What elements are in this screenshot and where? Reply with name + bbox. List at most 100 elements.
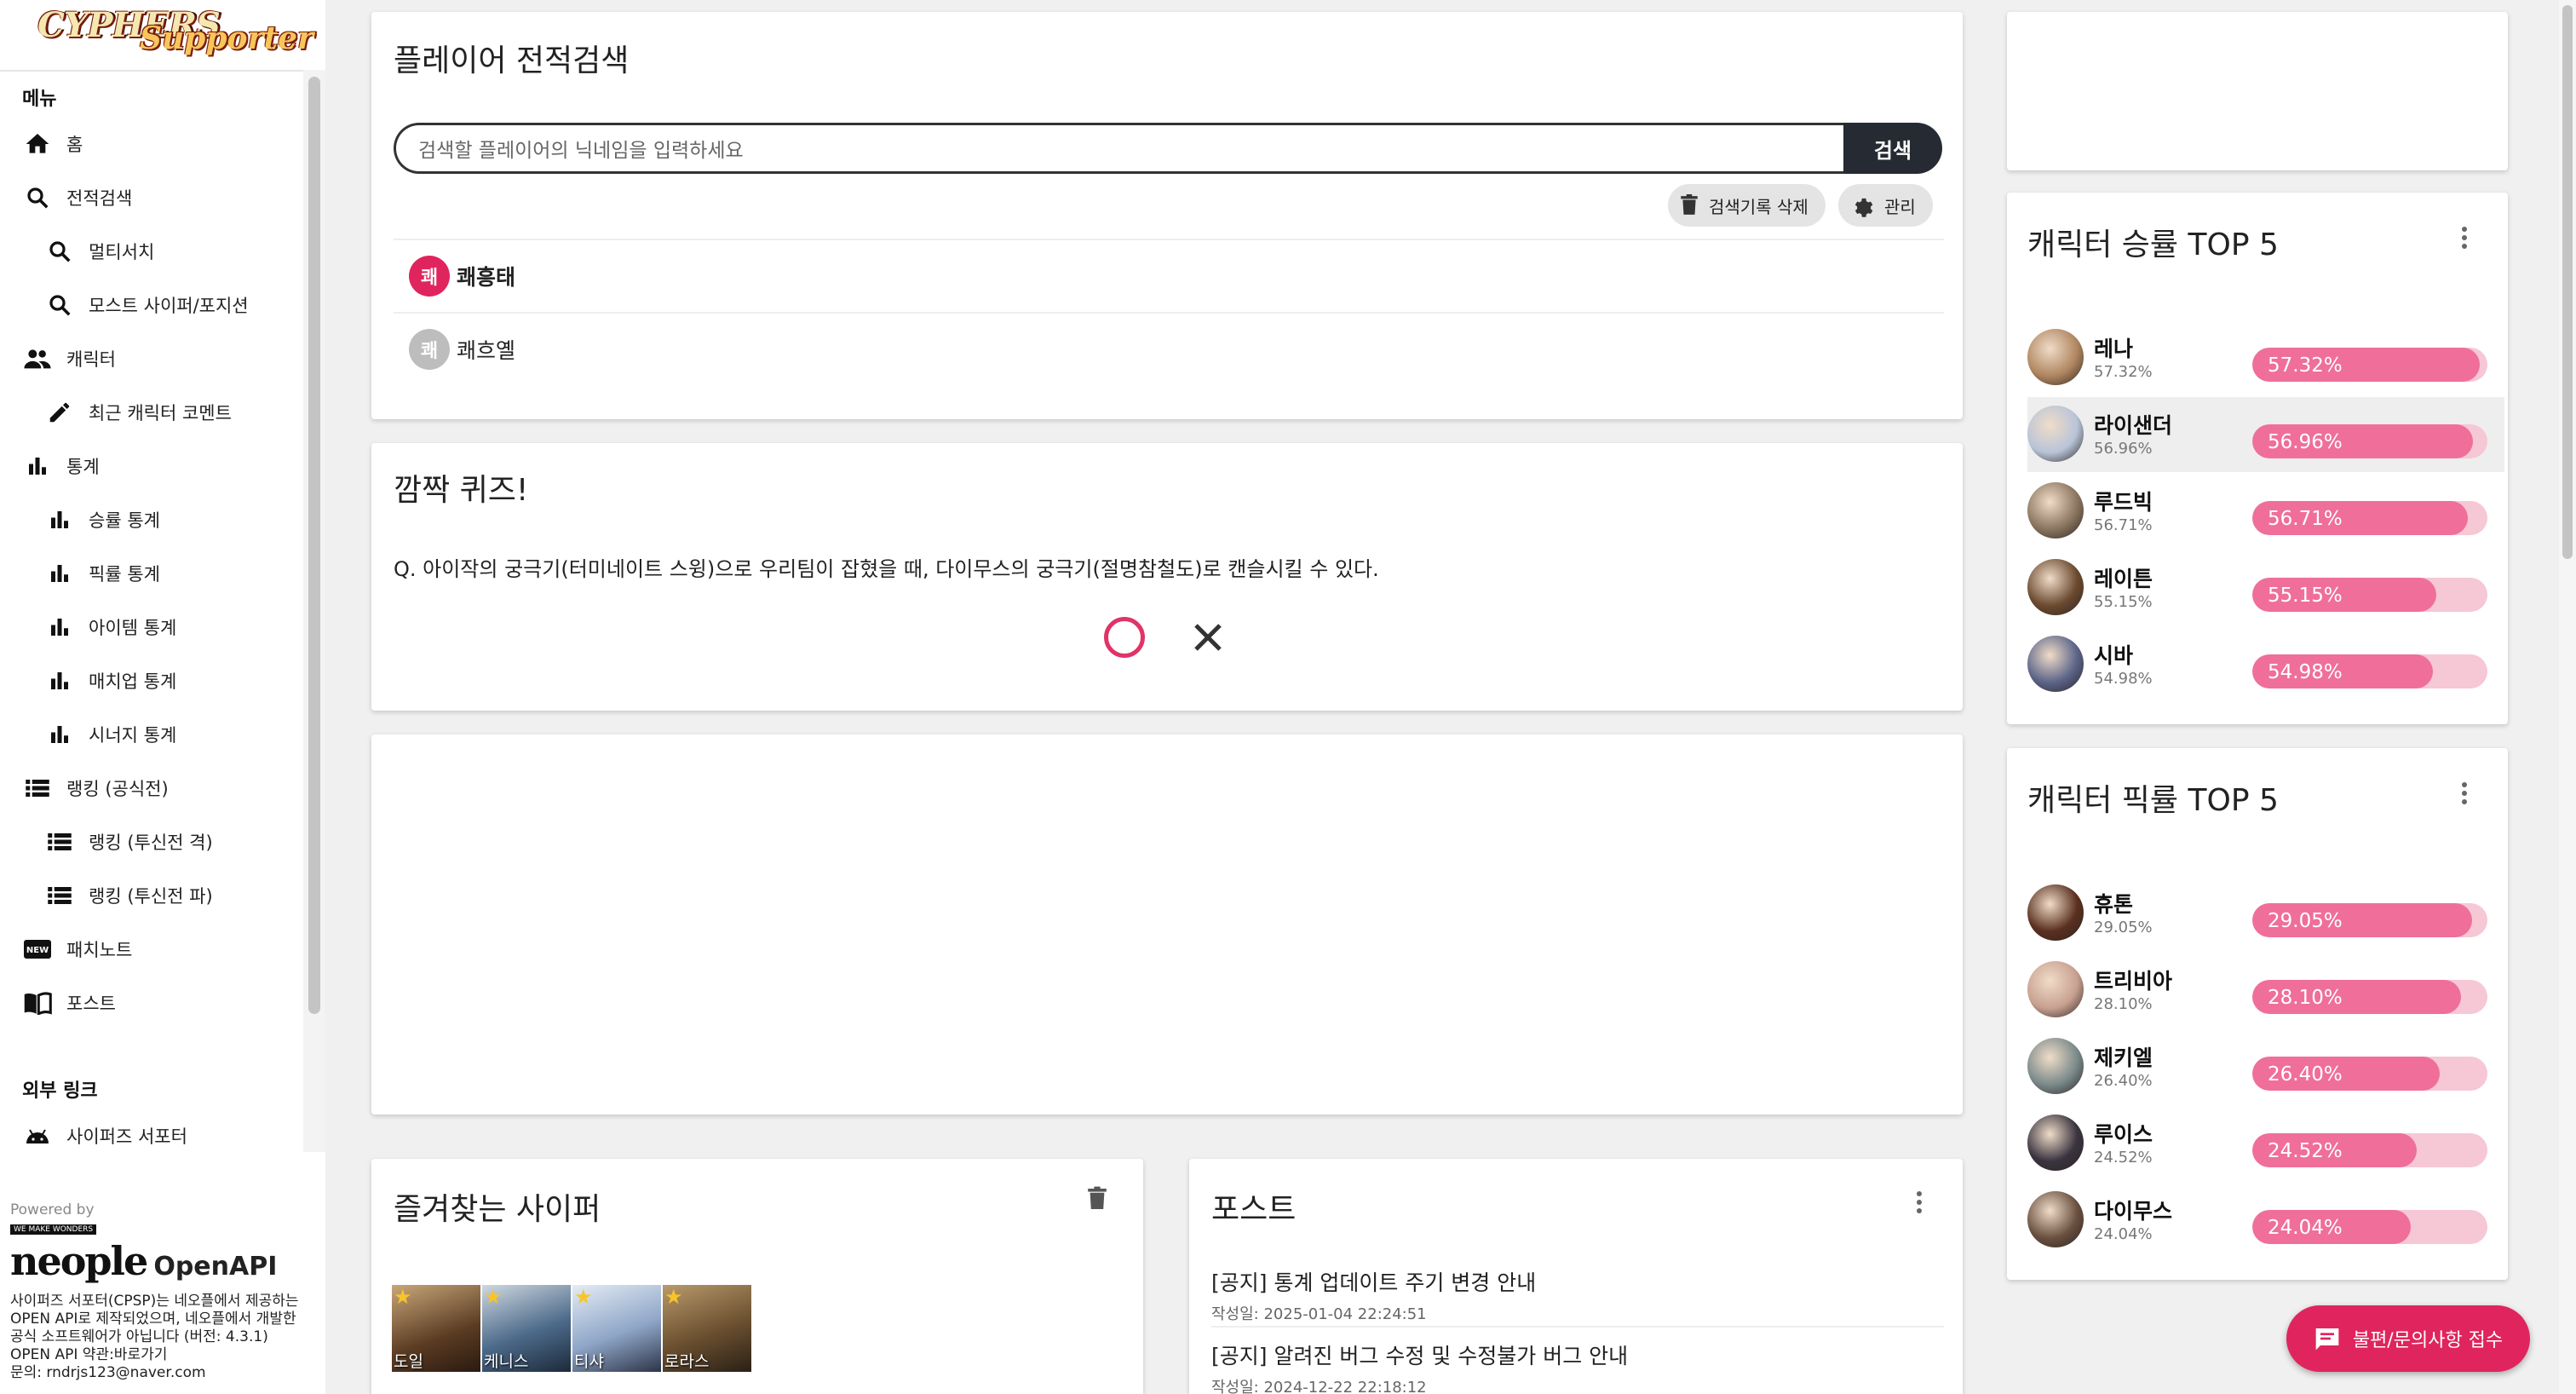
- player-search-input[interactable]: 검색할 플레이어의 닉네임을 입력하세요: [394, 123, 1845, 174]
- home-icon: [22, 129, 53, 159]
- character-rate-text: 26.40%: [2094, 1072, 2153, 1090]
- character-stat-row[interactable]: 다이무스 24.04% 24.04%: [2027, 1183, 2504, 1258]
- neople-logo-text: neople: [10, 1238, 148, 1284]
- openapi-logo-text: OpenAPI: [153, 1252, 278, 1282]
- favorite-cypher-tile[interactable]: ★ 케니스: [482, 1285, 571, 1372]
- sidebar-item-recent-comments[interactable]: 최근 캐릭터 코멘트: [44, 389, 232, 435]
- sidebar-item-label: 모스트 사이퍼/포지션: [89, 296, 249, 316]
- svg-text:NEW: NEW: [26, 946, 49, 955]
- book-icon: [22, 988, 53, 1018]
- character-stat-row[interactable]: 트리비아 28.10% 28.10%: [2027, 953, 2504, 1028]
- character-stat-row[interactable]: 루이스 24.52% 24.52%: [2027, 1106, 2504, 1181]
- app-logo[interactable]: CYPHERS Supporter: [37, 5, 313, 58]
- sidebar-item-cyphers-supporter-app[interactable]: 사이퍼즈 서포터: [22, 1113, 187, 1159]
- rate-bar-track: 55.15%: [2252, 578, 2487, 612]
- sidebar-item-ranking-tusin-gyeok[interactable]: 랭킹 (투신전 격): [44, 819, 213, 865]
- trash-icon: [1681, 194, 1698, 215]
- favorite-cypher-tile[interactable]: ★ 도일: [392, 1285, 480, 1372]
- favorite-cypher-tile[interactable]: ★ 로라스: [663, 1285, 751, 1372]
- player-search-card: 플레이어 전적검색 검색할 플레이어의 닉네임을 입력하세요 검색 검색기록 삭…: [371, 12, 1963, 419]
- more-options-icon[interactable]: [1917, 1188, 1923, 1217]
- sidebar-item-characters[interactable]: 캐릭터: [22, 336, 116, 382]
- neople-openapi-logo[interactable]: neople OpenAPI: [10, 1238, 317, 1284]
- sidebar-item-matchup-stats[interactable]: 매치업 통계: [44, 658, 176, 704]
- sidebar-item-ranking-official[interactable]: 랭킹 (공식전): [22, 765, 169, 811]
- sidebar-item-synergy-stats[interactable]: 시너지 통계: [44, 711, 176, 757]
- sidebar-item-label: 멀티서치: [89, 242, 155, 262]
- character-stat-row[interactable]: 휴톤 29.05% 29.05%: [2027, 876, 2504, 951]
- favorite-cypher-name: 도일: [394, 1352, 423, 1371]
- sidebar-item-posts[interactable]: 포스트: [22, 980, 116, 1026]
- character-stat-row[interactable]: 라이샌더 56.96% 56.96%: [2027, 397, 2504, 472]
- external-links-header: 외부 링크: [22, 1080, 98, 1102]
- bar-chart-icon: [44, 665, 75, 696]
- character-rate-text: 28.10%: [2094, 995, 2153, 1013]
- character-avatar: [2027, 329, 2084, 385]
- sidebar-item-label: 홈: [66, 135, 83, 155]
- character-name: 레나: [2094, 337, 2134, 361]
- quiz-answer-x-button[interactable]: [1187, 617, 1228, 658]
- search-history-item[interactable]: 쾌 쾌흐옐: [394, 312, 1944, 385]
- character-rate-text: 24.04%: [2094, 1225, 2153, 1243]
- search-button[interactable]: 검색: [1843, 123, 1942, 174]
- post-item[interactable]: [공지] 통계 업데이트 주기 변경 안내 작성일: 2025-01-04 22…: [1211, 1266, 1961, 1324]
- sidebar-item-ranking-tusin-pa[interactable]: 랭킹 (투신전 파): [44, 873, 213, 919]
- footer-line: 공식 소프트웨어가 아닙니다 (버전: 4.3.1): [10, 1328, 268, 1345]
- rate-bar-track: 56.96%: [2252, 424, 2487, 458]
- close-icon: [1194, 624, 1222, 651]
- favorite-cypher-name: 티샤: [574, 1352, 604, 1371]
- favorite-cypher-tile[interactable]: ★ 티샤: [572, 1285, 661, 1372]
- character-avatar: [2027, 884, 2084, 941]
- sidebar-item-label: 픽률 통계: [89, 564, 160, 585]
- quiz-answer-o-button[interactable]: [1104, 617, 1145, 658]
- sidebar-item-pickrate-stats[interactable]: 픽률 통계: [44, 550, 160, 596]
- rate-bar-label: 29.05%: [2268, 910, 2343, 932]
- character-name: 다이무스: [2094, 1199, 2173, 1224]
- character-stat-row[interactable]: 레나 57.32% 57.32%: [2027, 320, 2504, 395]
- sidebar-item-most-cypher[interactable]: 모스트 사이퍼/포지션: [44, 282, 249, 328]
- character-avatar: [2027, 406, 2084, 462]
- sidebar-item-label: 승률 통계: [89, 510, 160, 531]
- post-item[interactable]: [공지] 알려진 버그 수정 및 수정불가 버그 안내 작성일: 2024-12…: [1211, 1339, 1961, 1394]
- page-scrollbar-thumb[interactable]: [2562, 5, 2573, 559]
- character-rate-text: 54.98%: [2094, 670, 2153, 688]
- sidebar-item-winrate-stats[interactable]: 승률 통계: [44, 497, 160, 543]
- post-title: [공지] 알려진 버그 수정 및 수정불가 버그 안내: [1211, 1344, 1629, 1368]
- gear-icon: [1854, 198, 1873, 217]
- sidebar-item-label: 패치노트: [66, 940, 133, 960]
- rate-bar-label: 56.71%: [2268, 508, 2343, 530]
- quiz-question: Q. 아이작의 궁극기(터미네이트 스윙)으로 우리팀이 잡혔을 때, 다이무스…: [394, 557, 1379, 581]
- character-name: 레이튼: [2094, 567, 2153, 591]
- character-avatar: [2027, 1115, 2084, 1171]
- character-stat-row[interactable]: 루드빅 56.71% 56.71%: [2027, 474, 2504, 549]
- sidebar-item-multisearch[interactable]: 멀티서치: [44, 228, 154, 274]
- character-rate-text: 29.05%: [2094, 919, 2153, 936]
- more-options-icon[interactable]: [2462, 223, 2469, 252]
- delete-history-button[interactable]: 검색기록 삭제: [1668, 184, 1826, 227]
- feedback-button[interactable]: 불편/문의사항 접수: [2286, 1305, 2530, 1372]
- rate-bar-track: 24.52%: [2252, 1133, 2487, 1167]
- manage-button[interactable]: 관리: [1838, 184, 1933, 227]
- bar-chart-icon: [44, 558, 75, 589]
- sidebar-item-home[interactable]: 홈: [22, 121, 83, 167]
- rate-bar-track: 24.04%: [2252, 1210, 2487, 1244]
- bar-chart-icon: [44, 719, 75, 750]
- sidebar: CYPHERS Supporter 메뉴 홈 전적검색 멀티서치 모스트 사이퍼…: [0, 0, 325, 1394]
- sidebar-item-item-stats[interactable]: 아이템 통계: [44, 604, 176, 650]
- sidebar-scrollbar-thumb[interactable]: [308, 77, 320, 1014]
- sidebar-item-label: 매치업 통계: [89, 671, 177, 692]
- more-options-icon[interactable]: [2462, 779, 2469, 808]
- sidebar-item-search[interactable]: 전적검색: [22, 175, 132, 221]
- search-history-item[interactable]: 쾌 쾌흥태: [394, 239, 1944, 312]
- sidebar-item-label: 랭킹 (투신전 파): [89, 886, 213, 907]
- rate-bar-track: 54.98%: [2252, 654, 2487, 688]
- character-stat-row[interactable]: 시바 54.98% 54.98%: [2027, 627, 2504, 702]
- delete-favorites-button[interactable]: [1087, 1186, 1107, 1215]
- sidebar-item-statistics[interactable]: 통계: [22, 443, 100, 489]
- character-stat-row[interactable]: 제키엘 26.40% 26.40%: [2027, 1029, 2504, 1104]
- feedback-label: 불편/문의사항 접수: [2352, 1330, 2504, 1351]
- sidebar-item-patchnotes[interactable]: NEW 패치노트: [22, 926, 132, 972]
- footer-terms-link[interactable]: OPEN API 약관:바로가기: [10, 1346, 317, 1364]
- sidebar-item-label: 사이퍼즈 서포터: [66, 1126, 187, 1147]
- character-stat-row[interactable]: 레이튼 55.15% 55.15%: [2027, 550, 2504, 625]
